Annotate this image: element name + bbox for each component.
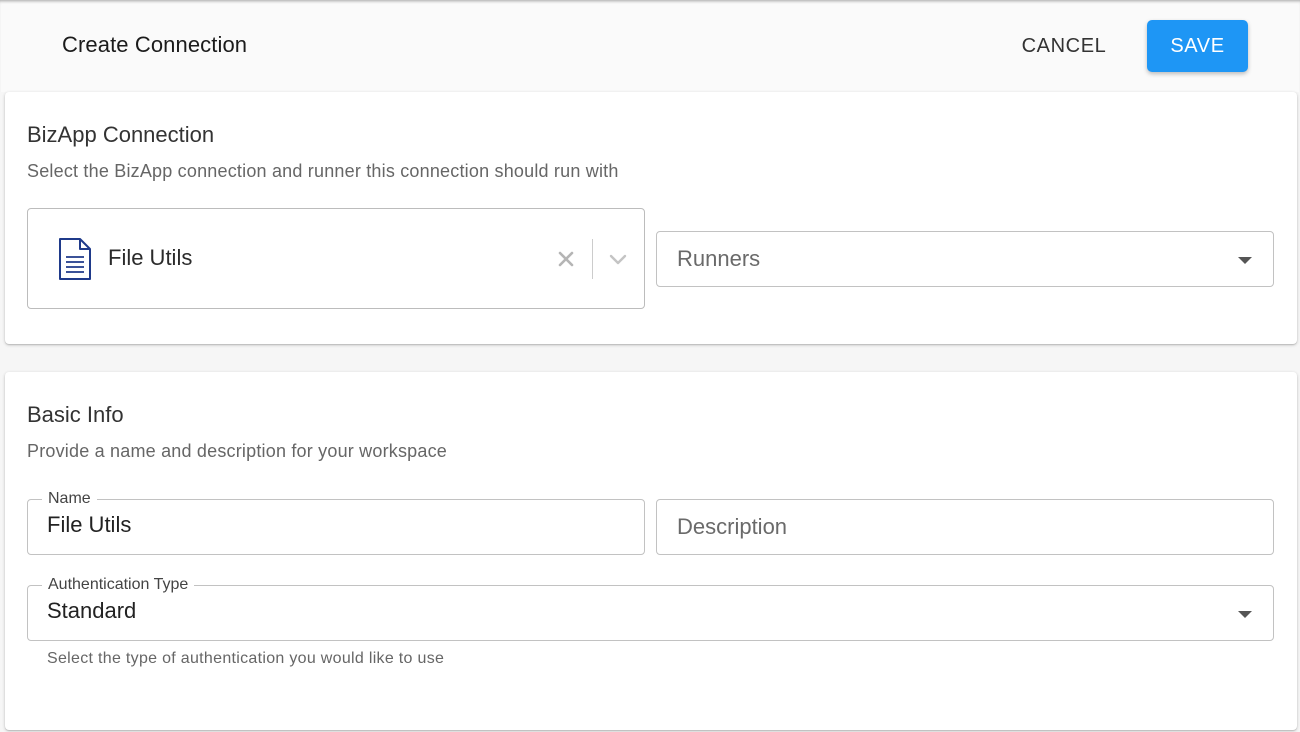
name-field[interactable]: Name File Utils bbox=[27, 489, 645, 555]
basic-info-section-subtitle: Provide a name and description for your … bbox=[27, 441, 448, 461]
chevron-down-icon[interactable] bbox=[606, 247, 630, 271]
select-divider bbox=[592, 239, 593, 279]
caret-down-icon bbox=[1238, 611, 1252, 618]
authentication-type-helper: Select the type of authentication you wo… bbox=[47, 650, 445, 667]
bizapp-section-title: BizApp Connection bbox=[27, 122, 215, 147]
description-placeholder: Description bbox=[677, 514, 788, 539]
caret-down-icon bbox=[1238, 257, 1252, 264]
authentication-type-select[interactable]: Authentication Type Standard bbox=[27, 575, 1274, 641]
create-connection-page: Create Connection CANCEL SAVE BizApp Con… bbox=[0, 0, 1300, 732]
toolbar: Create Connection CANCEL SAVE bbox=[0, 0, 1300, 92]
name-field-value: File Utils bbox=[47, 512, 132, 537]
authentication-type-label: Authentication Type bbox=[42, 575, 195, 595]
bizapp-section-subtitle: Select the BizApp connection and runner … bbox=[27, 161, 619, 181]
authentication-type-value: Standard bbox=[47, 598, 137, 623]
name-field-label: Name bbox=[42, 489, 97, 509]
description-field[interactable]: Description bbox=[656, 499, 1274, 555]
runners-placeholder: Runners bbox=[677, 246, 761, 271]
bizapp-connection-select[interactable]: File Utils bbox=[27, 208, 645, 309]
clear-icon[interactable] bbox=[554, 247, 578, 271]
document-icon bbox=[59, 238, 91, 280]
basic-info-section-title: Basic Info bbox=[27, 402, 124, 427]
runners-select[interactable]: Runners bbox=[656, 231, 1274, 287]
save-button[interactable]: SAVE bbox=[1147, 20, 1248, 72]
bizapp-connection-value: File Utils bbox=[108, 245, 193, 270]
bizapp-connection-card: BizApp Connection Select the BizApp conn… bbox=[5, 92, 1297, 344]
page-title: Create Connection bbox=[62, 32, 248, 57]
cancel-button[interactable]: CANCEL bbox=[1004, 22, 1124, 70]
basic-info-card: Basic Info Provide a name and descriptio… bbox=[5, 372, 1297, 730]
